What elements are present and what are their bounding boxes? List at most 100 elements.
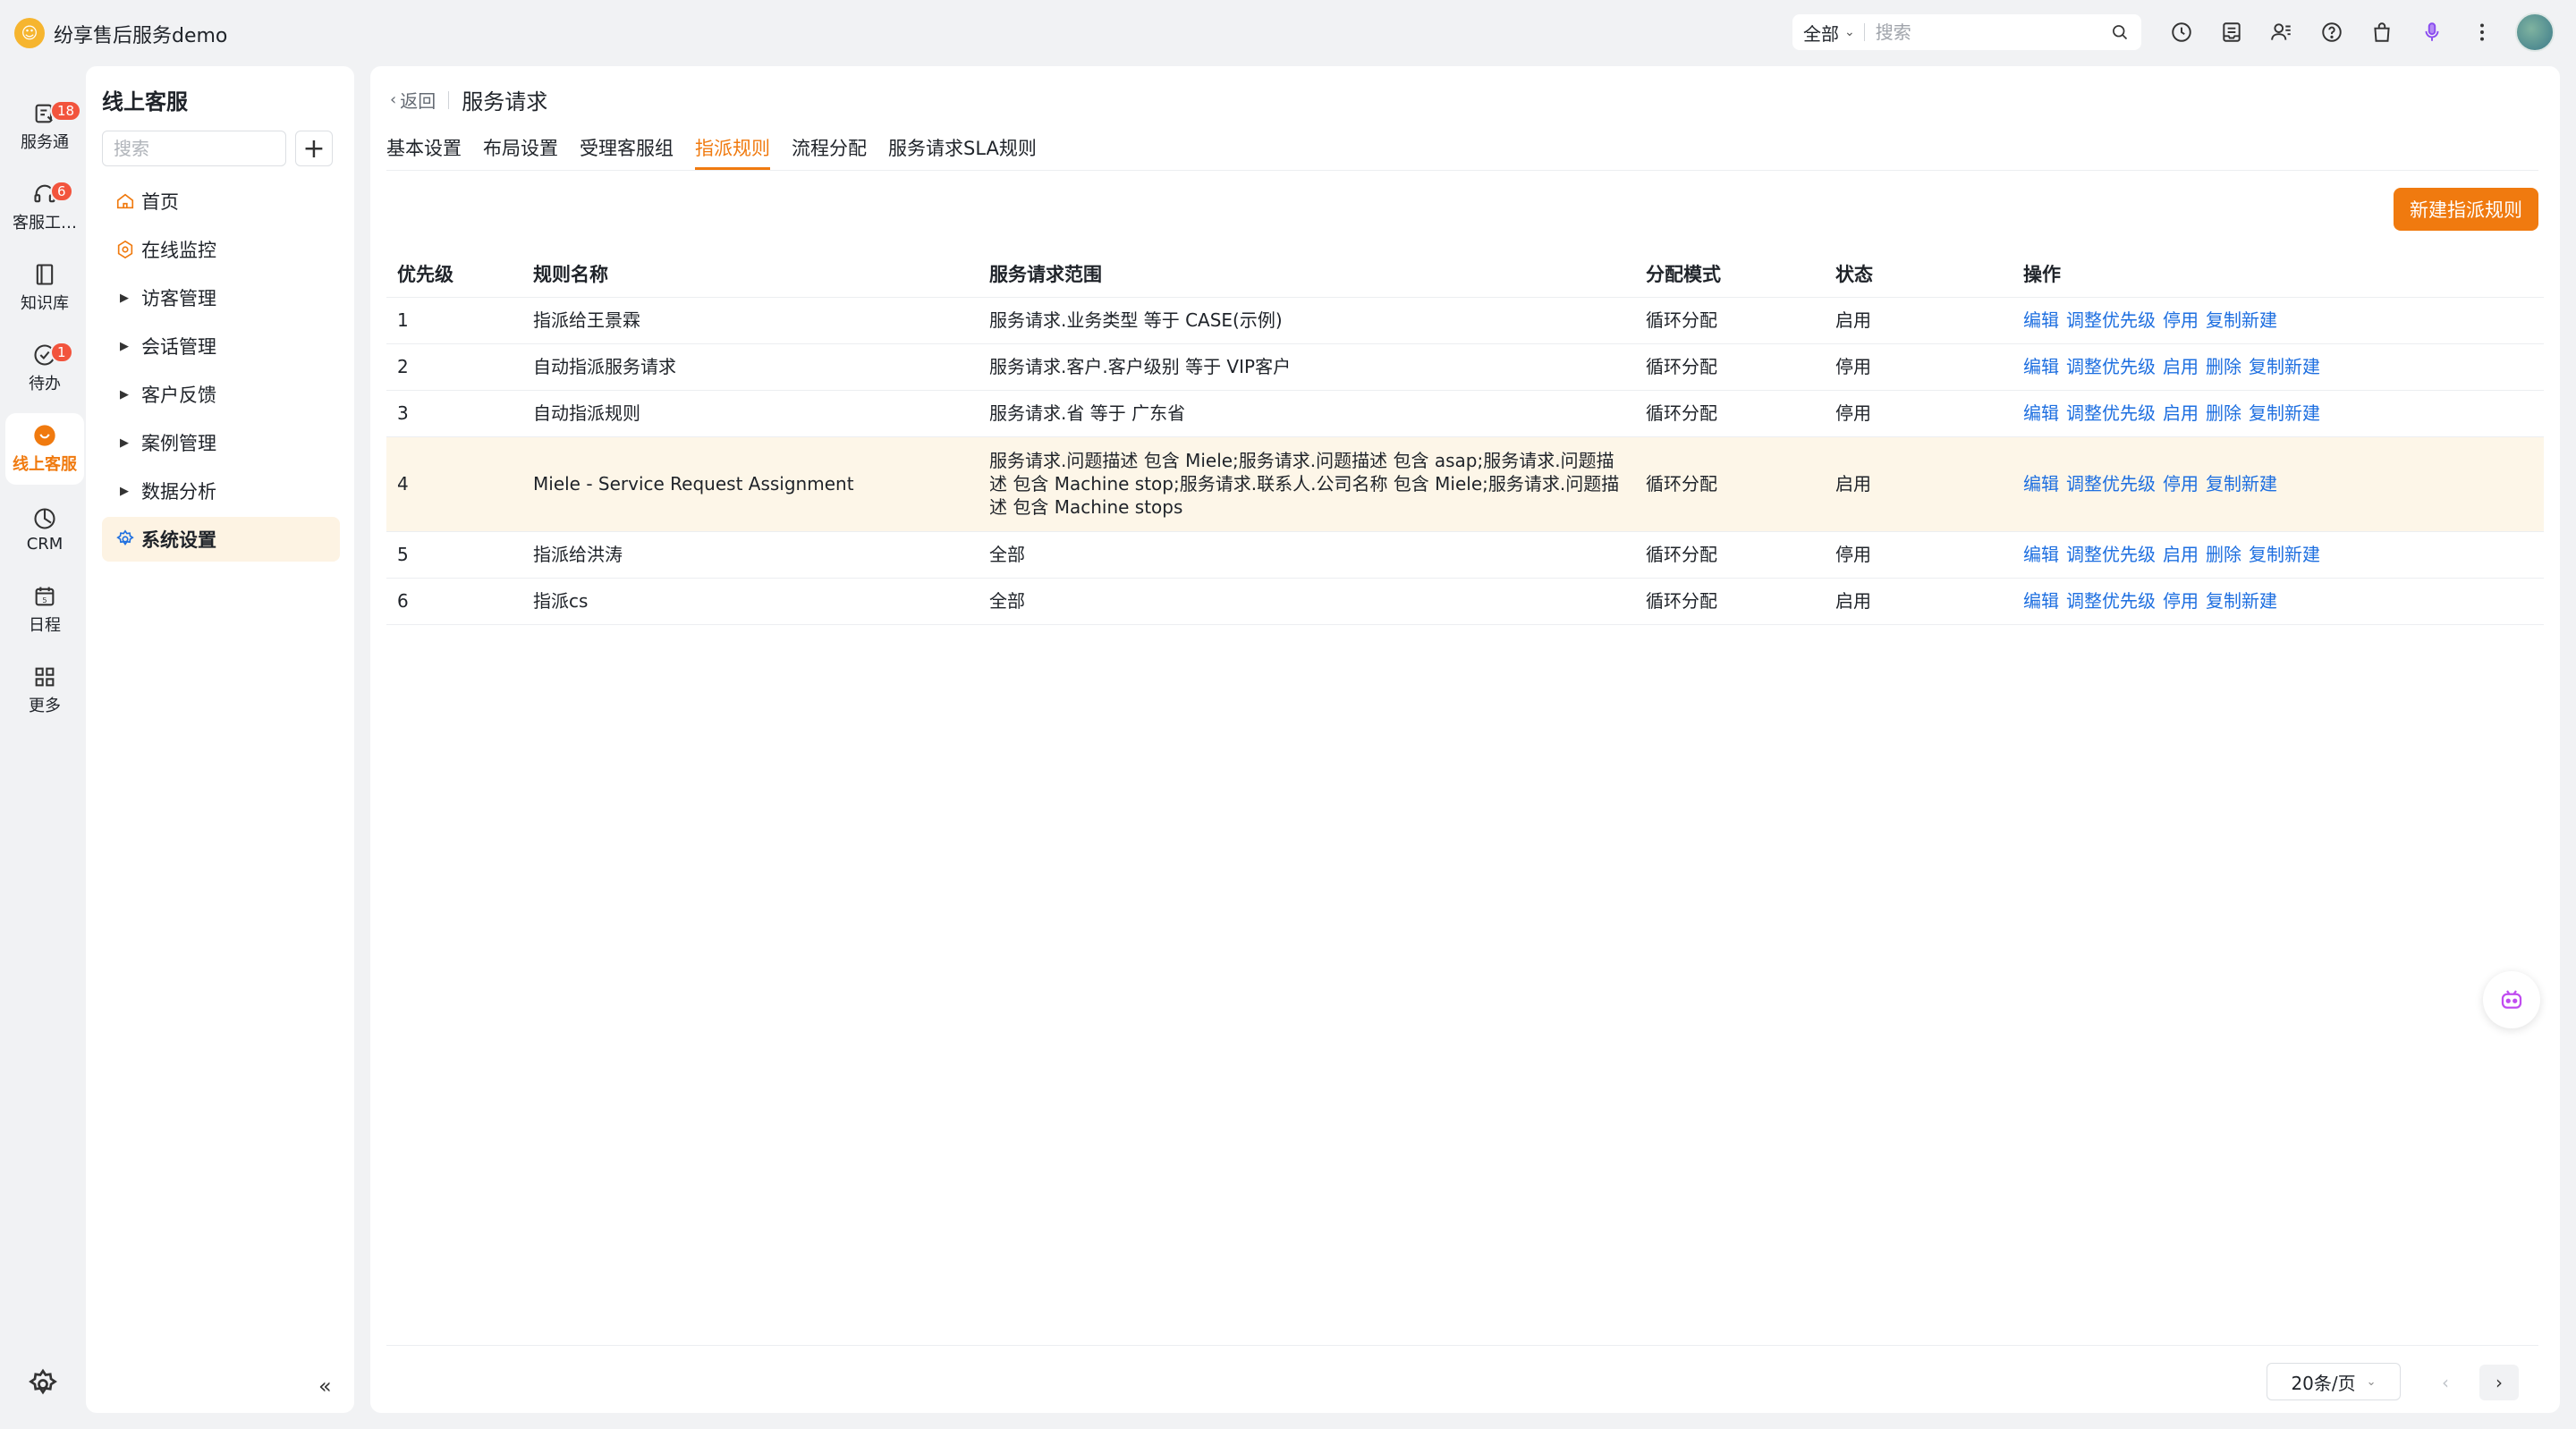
edit-link[interactable]: 编辑 <box>2023 589 2059 613</box>
back-label: 返回 <box>400 90 436 112</box>
adjust-priority-link[interactable]: 调整优先级 <box>2066 402 2156 425</box>
sidebar-item-data-analysis[interactable]: ▶ 数据分析 <box>102 469 340 513</box>
global-search-input[interactable] <box>1864 21 2089 43</box>
edit-link[interactable]: 编辑 <box>2023 309 2059 332</box>
book-icon <box>36 264 54 285</box>
rail-item-more[interactable]: 更多 <box>5 655 84 726</box>
app-logo-icon: ☺ <box>14 18 45 48</box>
copy-new-link[interactable]: 复制新建 <box>2249 402 2320 425</box>
priority-cell: 2 <box>386 342 522 390</box>
adjust-priority-link[interactable]: 调整优先级 <box>2066 472 2156 495</box>
next-page-button[interactable]: › <box>2479 1365 2519 1400</box>
adjust-priority-link[interactable]: 调整优先级 <box>2066 355 2156 378</box>
enable-link[interactable]: 启用 <box>2163 543 2199 566</box>
rail-item-service[interactable]: 服务通 18 <box>5 91 84 163</box>
enable-link[interactable]: 启用 <box>2163 355 2199 378</box>
rule-name-cell: 自动指派规则 <box>522 389 979 436</box>
disable-link[interactable]: 停用 <box>2163 589 2199 613</box>
global-search: 全部 ⌄ <box>1792 14 2141 50</box>
avatar[interactable] <box>2515 13 2555 52</box>
rail-item-calendar[interactable]: 5 日程 <box>5 574 84 646</box>
column-header: 分配模式 <box>1646 263 1721 285</box>
grid-icon <box>35 667 55 687</box>
disable-link[interactable]: 停用 <box>2163 472 2199 495</box>
back-link[interactable]: ‹ 返回 <box>390 87 436 113</box>
tab-assignment-rules[interactable]: 指派规则 <box>695 131 770 170</box>
tab-process-allocation[interactable]: 流程分配 <box>792 131 867 170</box>
page-size-select[interactable]: 20条/页 ⌄ <box>2267 1363 2401 1400</box>
clock-icon[interactable] <box>2165 16 2199 48</box>
edit-link[interactable]: 编辑 <box>2023 472 2059 495</box>
mode-cell: 循环分配 <box>1635 389 1825 436</box>
shopping-bag-icon[interactable] <box>2365 16 2399 48</box>
search-scope-select[interactable]: 全部 ⌄ <box>1792 20 1864 46</box>
adjust-priority-link[interactable]: 调整优先级 <box>2066 309 2156 332</box>
table-row: 4 Miele - Service Request Assignment 服务请… <box>386 435 2544 531</box>
tab-service-group[interactable]: 受理客服组 <box>580 131 674 170</box>
rail-item-knowledge-base[interactable]: 知识库 <box>5 252 84 324</box>
collapse-sidebar-button[interactable]: « <box>318 1374 332 1399</box>
sidebar-item-home[interactable]: 首页 <box>102 179 340 224</box>
inbox-icon[interactable] <box>2215 16 2249 48</box>
edit-link[interactable]: 编辑 <box>2023 402 2059 425</box>
assistant-bot-button[interactable] <box>2483 971 2540 1028</box>
prev-page-button[interactable]: ‹ <box>2428 1365 2463 1400</box>
mode-cell: 循环分配 <box>1635 435 1825 531</box>
priority-cell: 3 <box>386 389 522 436</box>
top-bar: ☺ 纷享售后服务demo 全部 ⌄ <box>0 0 2576 64</box>
copy-new-link[interactable]: 复制新建 <box>2206 309 2277 332</box>
gear-icon[interactable] <box>27 1368 59 1400</box>
caret-right-icon: ▶ <box>120 291 129 305</box>
rail-item-label: 线上客服 <box>13 455 77 474</box>
delete-link[interactable]: 删除 <box>2206 543 2241 566</box>
search-icon[interactable] <box>2111 23 2129 41</box>
chevron-left-icon: ‹ <box>390 90 397 109</box>
adjust-priority-link[interactable]: 调整优先级 <box>2066 543 2156 566</box>
new-assignment-rule-button[interactable]: 新建指派规则 <box>2394 188 2538 231</box>
microphone-icon[interactable] <box>2415 16 2449 48</box>
rail-item-agent-workbench[interactable]: 客服工… 6 <box>5 172 84 243</box>
sidebar-item-system-settings[interactable]: 系统设置 <box>102 517 340 562</box>
delete-link[interactable]: 删除 <box>2206 355 2241 378</box>
delete-link[interactable]: 删除 <box>2206 402 2241 425</box>
adjust-priority-link[interactable]: 调整优先级 <box>2066 589 2156 613</box>
rail-item-label: 客服工… <box>13 214 77 233</box>
rule-name-cell: Miele - Service Request Assignment <box>522 435 979 531</box>
add-button[interactable]: + <box>295 131 333 166</box>
home-icon <box>114 190 136 212</box>
contacts-icon[interactable] <box>2265 16 2299 48</box>
sidebar-item-visitor-management[interactable]: ▶ 访客管理 <box>102 275 340 320</box>
help-icon[interactable] <box>2315 16 2349 48</box>
sidebar-item-customer-feedback[interactable]: ▶ 客户反馈 <box>102 372 340 417</box>
rail-item-online-service[interactable]: 线上客服 <box>5 413 84 485</box>
copy-new-link[interactable]: 复制新建 <box>2206 589 2277 613</box>
app-title: 纷享售后服务demo <box>54 25 228 47</box>
mode-cell: 循环分配 <box>1635 530 1825 578</box>
enable-link[interactable]: 启用 <box>2163 402 2199 425</box>
operations-cell: 编辑 调整优先级 停用 复制新建 <box>2012 296 2544 343</box>
edit-link[interactable]: 编辑 <box>2023 355 2059 378</box>
edit-link[interactable]: 编辑 <box>2023 543 2059 566</box>
tab-sla-rules[interactable]: 服务请求SLA规则 <box>888 131 1037 170</box>
table-header-row: 优先级 规则名称 服务请求范围 分配模式 状态 操作 <box>386 250 2544 297</box>
copy-new-link[interactable]: 复制新建 <box>2206 472 2277 495</box>
copy-new-link[interactable]: 复制新建 <box>2249 355 2320 378</box>
table-row: 1 指派给王景霖 服务请求.业务类型 等于 CASE(示例) 循环分配 启用 编… <box>386 296 2544 343</box>
rail-item-label: 服务通 <box>21 133 69 152</box>
tab-layout-settings[interactable]: 布局设置 <box>483 131 558 170</box>
more-vertical-icon[interactable] <box>2465 16 2499 48</box>
sidebar-item-case-management[interactable]: ▶ 案例管理 <box>102 420 340 465</box>
rules-table: 优先级 规则名称 服务请求范围 分配模式 状态 操作 1 指派给王景霖 服务请求… <box>386 250 2544 625</box>
sidebar-item-online-monitor[interactable]: 在线监控 <box>102 227 340 272</box>
rule-name-cell: 指派cs <box>522 577 979 625</box>
rail-item-label: 日程 <box>29 616 61 635</box>
tab-basic-settings[interactable]: 基本设置 <box>386 131 462 170</box>
copy-new-link[interactable]: 复制新建 <box>2249 543 2320 566</box>
sidebar-item-session-management[interactable]: ▶ 会话管理 <box>102 324 340 368</box>
breadcrumb: ‹ 返回 服务请求 <box>390 84 547 115</box>
rail-item-crm[interactable]: CRM <box>5 494 84 565</box>
rail-item-todo[interactable]: 待办 1 <box>5 333 84 404</box>
sidebar-search-input[interactable] <box>102 131 286 166</box>
caret-right-icon: ▶ <box>120 339 129 353</box>
disable-link[interactable]: 停用 <box>2163 309 2199 332</box>
